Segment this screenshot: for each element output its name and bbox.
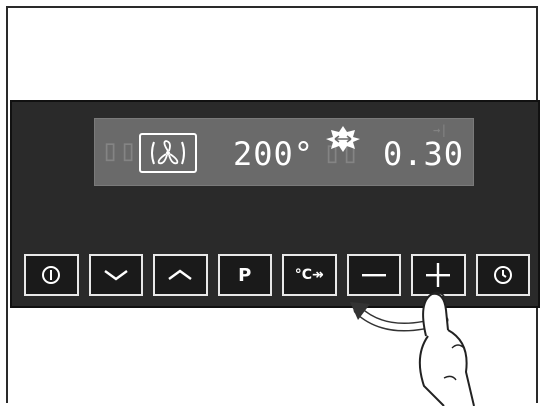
- chevron-down-icon: [104, 270, 128, 281]
- power-button[interactable]: [24, 254, 79, 296]
- power-icon: [42, 266, 61, 284]
- hand-press-illustration: [350, 291, 475, 406]
- temperature-button[interactable]: °C↠: [282, 254, 337, 296]
- program-label: P: [238, 264, 252, 286]
- down-button[interactable]: [88, 254, 143, 296]
- rapid-preheat-icon: [326, 126, 360, 152]
- clock-icon: [493, 266, 512, 284]
- timer-readout: 0.30: [383, 135, 465, 173]
- fan-mode-indicator: [139, 133, 197, 173]
- program-button[interactable]: P: [217, 254, 272, 296]
- temperature-readout: 200°: [233, 135, 315, 173]
- chevron-up-icon: [168, 269, 192, 280]
- fan-icon: [151, 140, 185, 165]
- up-button[interactable]: [153, 254, 208, 296]
- temperature-label: °C↠: [294, 267, 324, 283]
- oven-display: ▯▯ ▯▯ →| 200° 0.30: [94, 118, 474, 186]
- unlit-segments-left: ▯▯: [101, 133, 138, 168]
